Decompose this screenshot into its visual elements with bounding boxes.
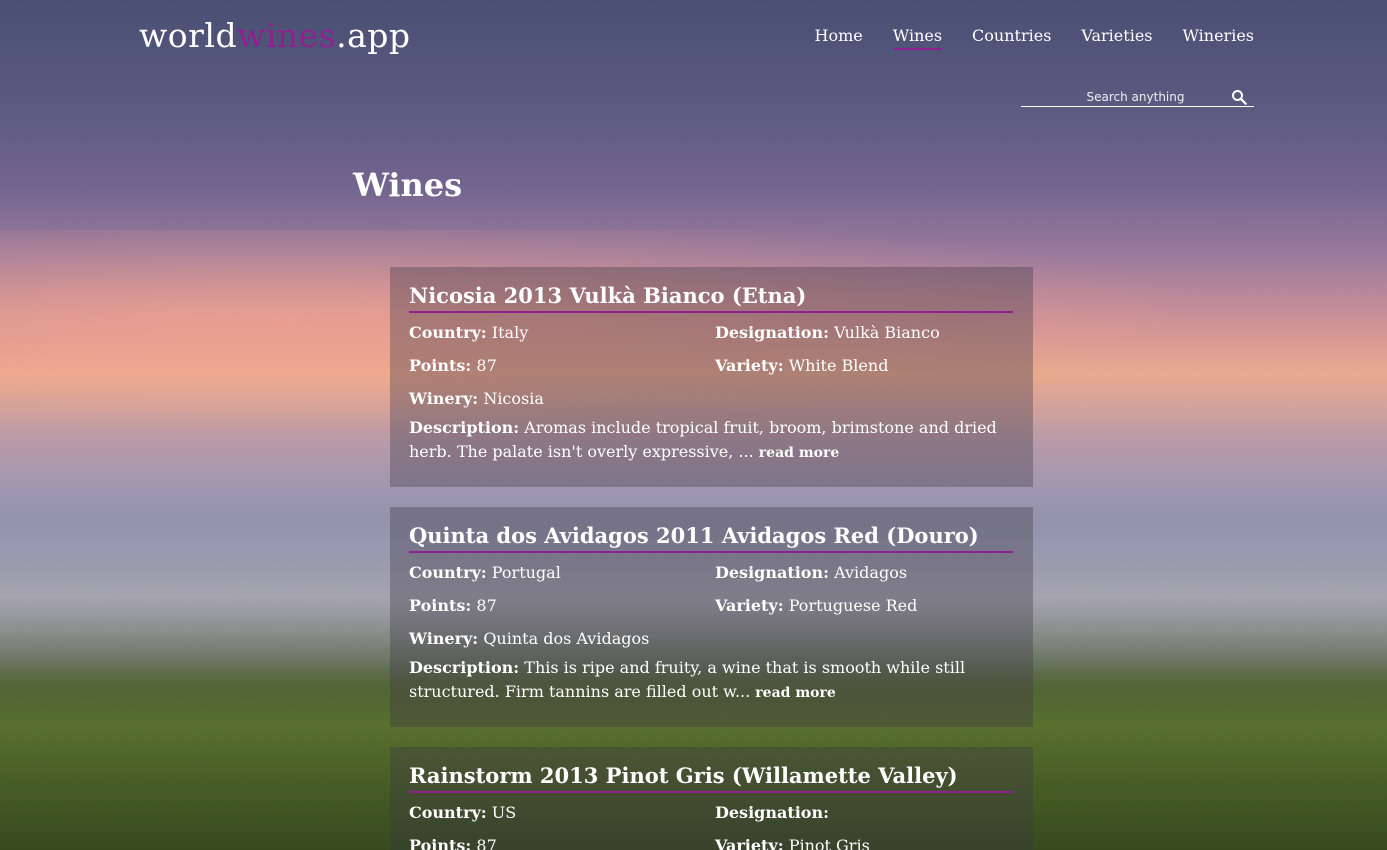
wine-designation: Designation: Avidagos <box>715 559 1013 587</box>
logo-suffix: .app <box>336 16 411 55</box>
wine-variety: Variety: Pinot Gris <box>715 832 1013 850</box>
points-label: Points: <box>409 596 472 615</box>
country-value: Portugal <box>491 563 561 582</box>
nav-wineries[interactable]: Wineries <box>1183 26 1255 50</box>
winery-label: Winery: <box>409 629 479 648</box>
logo-accent: wines <box>237 16 337 55</box>
designation-label: Designation: <box>715 323 830 342</box>
country-label: Country: <box>409 323 487 342</box>
country-label: Country: <box>409 803 487 822</box>
designation-value: Avidagos <box>834 563 908 582</box>
wine-designation: Designation: Vulkà Bianco <box>715 319 1013 347</box>
read-more-link[interactable]: read more <box>759 445 839 461</box>
winery-value: Nicosia <box>483 389 544 408</box>
wine-points: Points: 87 <box>409 592 715 620</box>
designation-label: Designation: <box>715 803 830 822</box>
variety-value: Pinot Gris <box>788 836 870 850</box>
variety-label: Variety: <box>715 836 784 850</box>
designation-label: Designation: <box>715 563 830 582</box>
wine-points: Points: 87 <box>409 352 715 380</box>
wine-variety: Variety: White Blend <box>715 352 1013 380</box>
wine-country: Country: Portugal <box>409 559 715 587</box>
points-label: Points: <box>409 836 472 850</box>
description-label: Description: <box>409 658 520 677</box>
wine-variety: Variety: Portuguese Red <box>715 592 1013 620</box>
points-value: 87 <box>476 836 497 850</box>
search-icon[interactable] <box>1230 88 1248 106</box>
main-nav: Home Wines Countries Varieties Wineries <box>815 26 1254 50</box>
points-label: Points: <box>409 356 472 375</box>
variety-value: White Blend <box>788 356 889 375</box>
search-bar <box>1021 88 1254 107</box>
wine-description: Description: This is ripe and fruity, a … <box>409 656 1013 705</box>
variety-value: Portuguese Red <box>788 596 918 615</box>
wine-title[interactable]: Quinta dos Avidagos 2011 Avidagos Red (D… <box>409 521 1013 553</box>
wine-title[interactable]: Nicosia 2013 Vulkà Bianco (Etna) <box>409 281 1013 313</box>
wine-card: Rainstorm 2013 Pinot Gris (Willamette Va… <box>390 747 1033 850</box>
designation-value: Vulkà Bianco <box>834 323 940 342</box>
country-label: Country: <box>409 563 487 582</box>
nav-countries[interactable]: Countries <box>972 26 1051 50</box>
wine-winery: Winery: Nicosia <box>409 385 715 413</box>
variety-label: Variety: <box>715 596 784 615</box>
wine-points: Points: 87 <box>409 832 715 850</box>
search-input[interactable] <box>1021 90 1230 104</box>
nav-wines[interactable]: Wines <box>892 26 943 50</box>
page-title: Wines <box>353 166 463 204</box>
wine-country: Country: Italy <box>409 319 715 347</box>
wine-designation: Designation: <box>715 799 1013 827</box>
nav-home[interactable]: Home <box>815 26 863 50</box>
nav-varieties[interactable]: Varieties <box>1081 26 1152 50</box>
wine-title[interactable]: Rainstorm 2013 Pinot Gris (Willamette Va… <box>409 761 1013 793</box>
wine-card: Quinta dos Avidagos 2011 Avidagos Red (D… <box>390 507 1033 727</box>
country-value: Italy <box>491 323 529 342</box>
read-more-link[interactable]: read more <box>755 685 835 701</box>
wine-country: Country: US <box>409 799 715 827</box>
country-value: US <box>491 803 517 822</box>
site-logo[interactable]: worldwines.app <box>139 16 411 55</box>
wine-description: Description: Aromas include tropical fru… <box>409 416 1013 465</box>
winery-label: Winery: <box>409 389 479 408</box>
points-value: 87 <box>476 356 497 375</box>
logo-prefix: world <box>139 16 238 55</box>
variety-label: Variety: <box>715 356 784 375</box>
points-value: 87 <box>476 596 497 615</box>
wine-winery: Winery: Quinta dos Avidagos <box>409 625 715 653</box>
winery-value: Quinta dos Avidagos <box>483 629 650 648</box>
wine-card: Nicosia 2013 Vulkà Bianco (Etna) Country… <box>390 267 1033 487</box>
description-label: Description: <box>409 418 520 437</box>
